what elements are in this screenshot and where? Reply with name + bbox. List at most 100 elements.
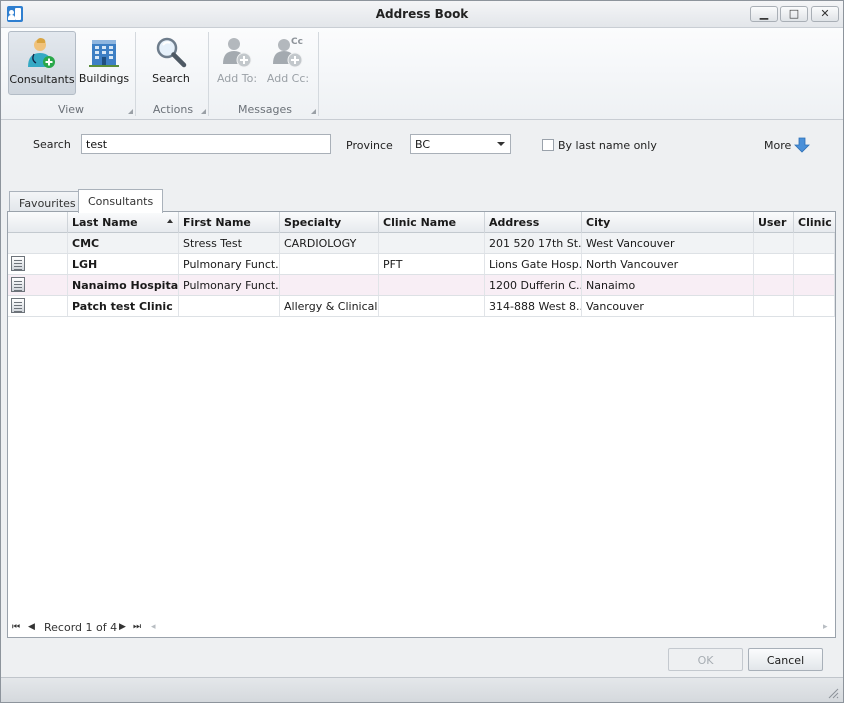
tab-consultants[interactable]: Consultants: [78, 189, 164, 213]
consultants-grid: Last Name First Name Specialty Clinic Na…: [7, 211, 836, 638]
column-header-city[interactable]: City: [582, 212, 754, 233]
record-navigator: ⏮ ◀ Record 1 of 4 ▶ ⏭ ◂ ▸: [8, 617, 835, 637]
cell-first-name: Stress Test: [179, 233, 280, 253]
cell-address: 314-888 West 8...: [485, 296, 582, 316]
ribbon: Consultants Buildings View Search Action…: [1, 28, 843, 120]
column-header-clinic-name[interactable]: Clinic Name: [379, 212, 485, 233]
cell-city: North Vancouver: [582, 254, 754, 274]
maximize-button[interactable]: □: [780, 6, 808, 22]
window-title: Address Book: [375, 7, 469, 21]
column-header-clinic[interactable]: Clinic: [794, 212, 835, 233]
column-header-last-name-label: Last Name: [72, 216, 138, 229]
record-counter: Record 1 of 4: [44, 621, 118, 634]
add-cc-button[interactable]: Cc Add Cc:: [263, 31, 313, 95]
cell-city: West Vancouver: [582, 233, 754, 253]
column-header-specialty[interactable]: Specialty: [280, 212, 379, 233]
cancel-button[interactable]: Cancel: [748, 648, 823, 671]
address-book-window: Address Book ▁ □ ✕ Consultants Buildings…: [0, 0, 844, 703]
table-row[interactable]: Patch test Clinic Allergy & Clinical... …: [8, 296, 835, 317]
close-button[interactable]: ✕: [811, 6, 839, 22]
search-action-button[interactable]: Search: [142, 31, 200, 95]
cell-city: Nanaimo: [582, 275, 754, 295]
column-header-first-name[interactable]: First Name: [179, 212, 280, 233]
table-row[interactable]: LGH Pulmonary Funct... PFT Lions Gate Ho…: [8, 254, 835, 275]
tab-favourites[interactable]: Favourites: [9, 191, 86, 213]
svg-text:Cc: Cc: [291, 37, 303, 47]
ribbon-separator: [208, 32, 209, 116]
buildings-view-label: Buildings: [78, 72, 130, 85]
fax-document-icon: [11, 277, 25, 292]
consultants-view-button[interactable]: Consultants: [8, 31, 76, 95]
magnifier-icon: [156, 37, 187, 68]
cell-clinic-name: [379, 275, 485, 295]
first-record-icon[interactable]: ⏮: [12, 622, 20, 632]
title-bar: Address Book ▁ □ ✕: [1, 1, 843, 28]
add-cc-label: Add Cc:: [266, 72, 310, 85]
previous-record-icon[interactable]: ◀: [28, 622, 35, 632]
minimize-button[interactable]: ▁: [750, 6, 778, 22]
table-row[interactable]: Nanaimo Hospital Pulmonary Funct... 1200…: [8, 275, 835, 296]
cell-clinic: [794, 275, 835, 295]
sort-ascending-icon: [167, 219, 173, 223]
cell-first-name: Pulmonary Funct...: [179, 254, 280, 274]
last-name-only-label[interactable]: By last name only: [558, 139, 657, 152]
status-bar: [1, 677, 843, 702]
column-header-address[interactable]: Address: [485, 212, 582, 233]
buildings-view-button[interactable]: Buildings: [77, 31, 131, 95]
last-name-only-checkbox[interactable]: [542, 139, 554, 151]
cell-user: [754, 254, 794, 274]
add-cc-icon: Cc: [273, 37, 303, 68]
ribbon-group-actions-label: Actions: [152, 103, 194, 116]
cell-address: 201 520 17th St...: [485, 233, 582, 253]
column-header-last-name[interactable]: Last Name: [68, 212, 179, 233]
add-to-label: Add To:: [216, 72, 258, 85]
row-icon-cell: [8, 233, 68, 253]
cell-last-name: Nanaimo Hospital: [68, 275, 179, 295]
cell-last-name: LGH: [68, 254, 179, 274]
column-header-icon[interactable]: [8, 212, 68, 233]
actions-group-expand-icon[interactable]: [201, 109, 206, 114]
add-to-button[interactable]: Add To:: [213, 31, 261, 95]
next-record-icon[interactable]: ▶: [119, 622, 126, 632]
last-record-icon[interactable]: ⏭: [133, 622, 141, 632]
table-row[interactable]: CMC Stress Test CARDIOLOGY 201 520 17th …: [8, 233, 835, 254]
ribbon-separator: [318, 32, 319, 116]
cell-specialty: [280, 254, 379, 274]
messages-group-expand-icon[interactable]: [311, 109, 316, 114]
search-input[interactable]: [81, 134, 331, 154]
fax-document-icon: [11, 256, 25, 271]
ribbon-group-view-label: View: [57, 103, 85, 116]
view-group-expand-icon[interactable]: [128, 109, 133, 114]
cell-specialty: CARDIOLOGY: [280, 233, 379, 253]
cell-first-name: [179, 296, 280, 316]
cell-city: Vancouver: [582, 296, 754, 316]
row-icon-cell: [8, 275, 68, 295]
cell-last-name: CMC: [68, 233, 179, 253]
province-select[interactable]: BC: [410, 134, 511, 154]
column-header-user[interactable]: User: [754, 212, 794, 233]
resize-grip-icon[interactable]: [827, 687, 839, 699]
row-icon-cell: [8, 254, 68, 274]
cell-clinic-name: [379, 296, 485, 316]
chevron-down-icon: [497, 142, 505, 146]
cell-clinic: [794, 233, 835, 253]
cell-clinic: [794, 296, 835, 316]
cell-first-name: Pulmonary Funct...: [179, 275, 280, 295]
building-icon: [89, 40, 119, 67]
cell-clinic-name: PFT: [379, 254, 485, 274]
grid-header: Last Name First Name Specialty Clinic Na…: [8, 212, 835, 233]
fax-document-icon: [11, 298, 25, 313]
province-selected-value: BC: [415, 138, 431, 151]
ok-button[interactable]: OK: [668, 648, 743, 671]
ribbon-separator: [135, 32, 136, 116]
cell-user: [754, 233, 794, 253]
more-label[interactable]: More: [764, 139, 791, 152]
cell-user: [754, 296, 794, 316]
cell-address: 1200 Dufferin C...: [485, 275, 582, 295]
scroll-right-icon[interactable]: ▸: [823, 622, 828, 632]
search-action-label: Search: [152, 72, 190, 85]
cell-user: [754, 275, 794, 295]
scroll-left-icon[interactable]: ◂: [151, 622, 156, 632]
arrow-down-icon[interactable]: [794, 137, 810, 153]
consultant-icon: [28, 38, 55, 68]
